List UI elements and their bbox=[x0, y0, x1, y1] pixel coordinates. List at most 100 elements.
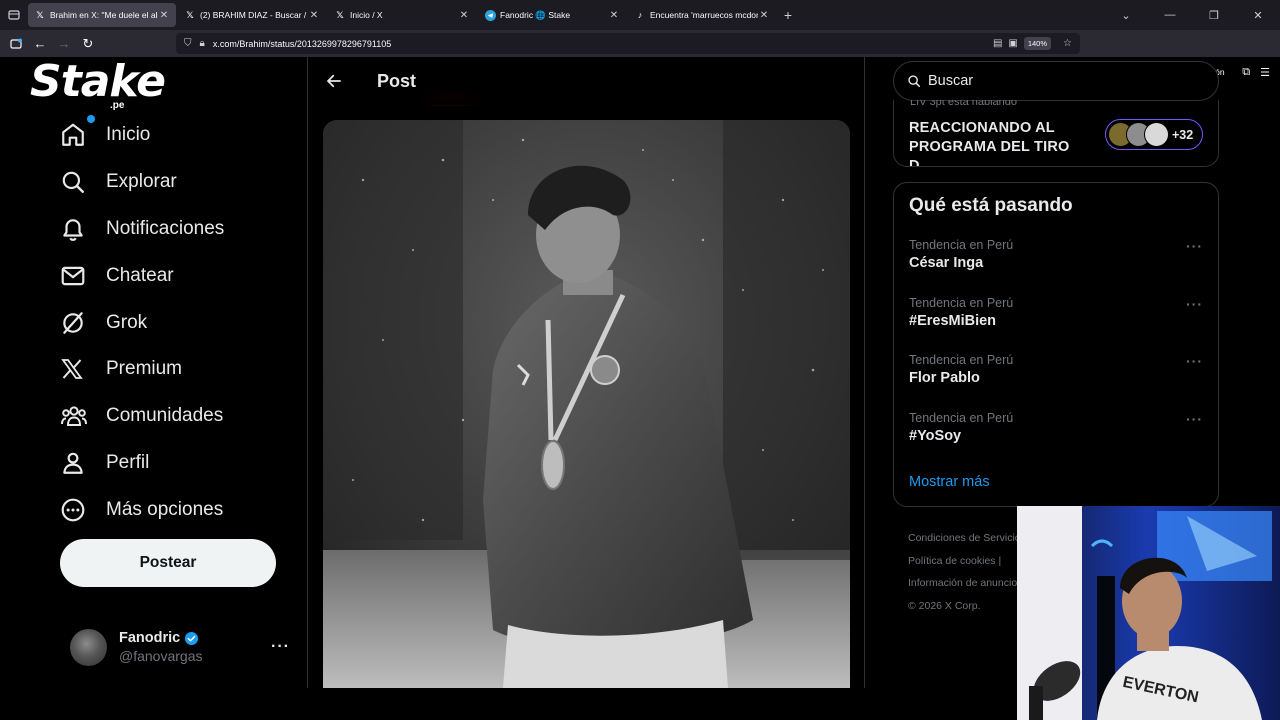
more-dots-icon[interactable]: ··· bbox=[1186, 353, 1203, 369]
close-icon[interactable]: ✕ bbox=[608, 10, 620, 21]
tabs-dropdown-icon[interactable]: ⌄ bbox=[1104, 9, 1148, 22]
new-tab-icon[interactable]: + bbox=[778, 7, 798, 23]
browser-tab-2[interactable]: 𝕏 Inicio / X ✕ bbox=[328, 3, 476, 27]
browser-tab-0[interactable]: 𝕏 Brahim en X: "Me duele el alma" ✕ bbox=[28, 3, 176, 27]
verified-badge-icon bbox=[185, 631, 199, 645]
account-switcher[interactable]: Fanodric @fanovargas ··· bbox=[70, 627, 290, 667]
account-name-row: Fanodric bbox=[119, 630, 271, 646]
tiktok-icon: ♪ bbox=[637, 10, 643, 20]
back-arrow-icon[interactable] bbox=[310, 72, 358, 90]
close-icon[interactable]: ✕ bbox=[308, 10, 320, 21]
tab-title: Brahim en X: "Me duele el alma" bbox=[50, 10, 158, 20]
tab-list-icon[interactable] bbox=[0, 0, 28, 30]
sidebar-item-label: Notificaciones bbox=[106, 217, 225, 239]
account-info: Fanodric @fanovargas bbox=[119, 630, 271, 664]
webcam-illustration: EVERTON bbox=[1017, 506, 1280, 720]
url-bar[interactable]: ⛉ 🔒︎ x.com/Brahim/status/201326997829679… bbox=[176, 33, 1080, 54]
account-handle: @fanovargas bbox=[119, 648, 203, 664]
sidebar-item-label: Comunidades bbox=[106, 405, 224, 427]
sidebar-item-mas-opciones[interactable]: Más opciones bbox=[60, 486, 300, 533]
sidebar-item-label: Chatear bbox=[106, 264, 174, 286]
live-host-text: LIV 3pt está hablando bbox=[910, 100, 1018, 108]
menu-icon[interactable]: ☰ bbox=[1260, 66, 1270, 79]
close-icon[interactable]: ✕ bbox=[758, 10, 770, 21]
trend-name: #EresMiBien bbox=[909, 313, 997, 329]
url-text[interactable]: x.com/Brahim/status/2013269978296791105 bbox=[213, 39, 987, 49]
trend-item[interactable]: Tendencia en Perú César Inga ··· bbox=[909, 238, 1205, 271]
trend-item[interactable]: Tendencia en Perú Flor Pablo ··· bbox=[909, 353, 1205, 386]
more-dots-icon[interactable]: ··· bbox=[1186, 238, 1203, 254]
close-window-icon[interactable]: ✕ bbox=[1236, 9, 1280, 22]
window-controls: ⌄ — ❐ ✕ bbox=[1104, 0, 1280, 30]
footer-links: Condiciones de Servicio Política de cook… bbox=[908, 527, 1022, 617]
search-input[interactable]: Buscar bbox=[893, 61, 1219, 101]
sidebar-item-label: Explorar bbox=[106, 171, 177, 193]
bookmark-star-icon[interactable]: ☆ bbox=[1063, 38, 1072, 49]
listener-count: +32 bbox=[1172, 127, 1194, 142]
footer-link-ads[interactable]: Información de anuncios bbox=[908, 572, 1022, 595]
sidebar-item-chatear[interactable]: Chatear bbox=[60, 252, 300, 299]
more-dots-icon[interactable]: ··· bbox=[1186, 411, 1203, 427]
close-icon[interactable]: ✕ bbox=[458, 10, 470, 21]
show-more-link[interactable]: Mostrar más bbox=[909, 474, 990, 490]
account-name: Fanodric bbox=[119, 630, 181, 646]
extensions-icon[interactable]: ⧉ bbox=[1242, 66, 1250, 79]
post-button[interactable]: Postear bbox=[60, 539, 276, 587]
reload-icon[interactable]: ↻ bbox=[76, 32, 100, 56]
footer-copyright: © 2026 X Corp. bbox=[908, 599, 981, 612]
sidebar-item-perfil[interactable]: Perfil bbox=[60, 440, 300, 487]
sidebar-item-notificaciones[interactable]: Notificaciones bbox=[60, 206, 300, 253]
sidebar-item-comunidades[interactable]: Comunidades bbox=[60, 393, 300, 440]
shield-icon[interactable]: ⛉ bbox=[184, 38, 192, 49]
sidebar-item-label: Premium bbox=[106, 358, 183, 380]
more-dots-icon[interactable]: ··· bbox=[1186, 296, 1203, 312]
browser-tab-3[interactable]: Fanodric 🌐 Stake ✕ bbox=[478, 3, 626, 27]
notification-dot bbox=[87, 115, 95, 123]
trends-title: Qué está pasando bbox=[909, 195, 1073, 216]
sidebar-item-explorar[interactable]: Explorar bbox=[60, 159, 300, 206]
sidebar-item-premium[interactable]: Premium bbox=[60, 346, 300, 393]
communities-icon bbox=[60, 403, 106, 429]
post-image[interactable] bbox=[323, 120, 850, 688]
trend-context: Tendencia en Perú bbox=[909, 238, 1014, 252]
toolbar-icons: ⧉ ☰ bbox=[1242, 66, 1270, 79]
sidebar-nav: Inicio Explorar Notificaciones Chatear G… bbox=[60, 112, 300, 533]
trend-item[interactable]: Tendencia en Perú #EresMiBien ··· bbox=[909, 296, 1205, 329]
sidebar-item-inicio[interactable]: Inicio bbox=[60, 112, 300, 159]
sidebar-item-grok[interactable]: Grok bbox=[60, 299, 300, 346]
post-photo-illustration bbox=[323, 120, 850, 688]
footer-link-cookies[interactable]: Política de cookies | bbox=[908, 550, 1022, 573]
column-divider bbox=[307, 57, 308, 688]
reader-view-icon[interactable]: ▤ bbox=[993, 38, 1002, 49]
listeners-pill[interactable]: +32 bbox=[1105, 119, 1203, 150]
forward-icon[interactable]: → bbox=[52, 32, 76, 56]
back-icon[interactable]: ← bbox=[28, 32, 52, 56]
lock-icon[interactable]: 🔒︎ bbox=[200, 38, 205, 49]
search-icon bbox=[908, 75, 921, 88]
more-dots-icon[interactable]: ··· bbox=[271, 638, 290, 656]
restore-icon[interactable]: ❐ bbox=[1192, 9, 1236, 22]
trends-panel: Qué está pasando Tendencia en Perú César… bbox=[893, 182, 1219, 507]
close-icon[interactable]: ✕ bbox=[158, 10, 170, 21]
trend-context: Tendencia en Perú bbox=[909, 353, 1014, 367]
tab-title: Inicio / X bbox=[350, 10, 383, 20]
screenshot-icon[interactable]: ▣ bbox=[1008, 38, 1017, 49]
minimize-icon[interactable]: — bbox=[1148, 9, 1192, 21]
tab-title: (2) BRAHIM DIAZ - Buscar / X bbox=[200, 10, 308, 20]
sidebar-item-label: Perfil bbox=[106, 451, 150, 473]
sidebar-item-label: Grok bbox=[106, 311, 148, 333]
sidebar-item-label: Inicio bbox=[106, 124, 151, 146]
page-title: Post bbox=[377, 70, 417, 91]
webcam-overlay: EVERTON bbox=[1017, 506, 1280, 720]
column-divider bbox=[864, 57, 865, 688]
trend-item[interactable]: Tendencia en Perú #YoSoy ··· bbox=[909, 411, 1205, 444]
x-icon: 𝕏 bbox=[36, 9, 44, 20]
browser-tab-bar: 𝕏 Brahim en X: "Me duele el alma" ✕ 𝕏 (2… bbox=[0, 0, 1280, 30]
sidebar-toggle-icon[interactable] bbox=[4, 32, 28, 56]
x-logo-icon bbox=[60, 357, 106, 381]
live-space-card[interactable]: LIV 3pt está hablando REACCIONANDO AL PR… bbox=[893, 100, 1219, 167]
footer-link-terms[interactable]: Condiciones de Servicio bbox=[908, 527, 1022, 550]
zoom-level[interactable]: 140% bbox=[1023, 37, 1052, 50]
browser-tab-4[interactable]: ♪ Encuentra 'marruecos mcdonalds' ✕ bbox=[628, 3, 776, 27]
browser-tab-1[interactable]: 𝕏 (2) BRAHIM DIAZ - Buscar / X ✕ bbox=[178, 3, 326, 27]
